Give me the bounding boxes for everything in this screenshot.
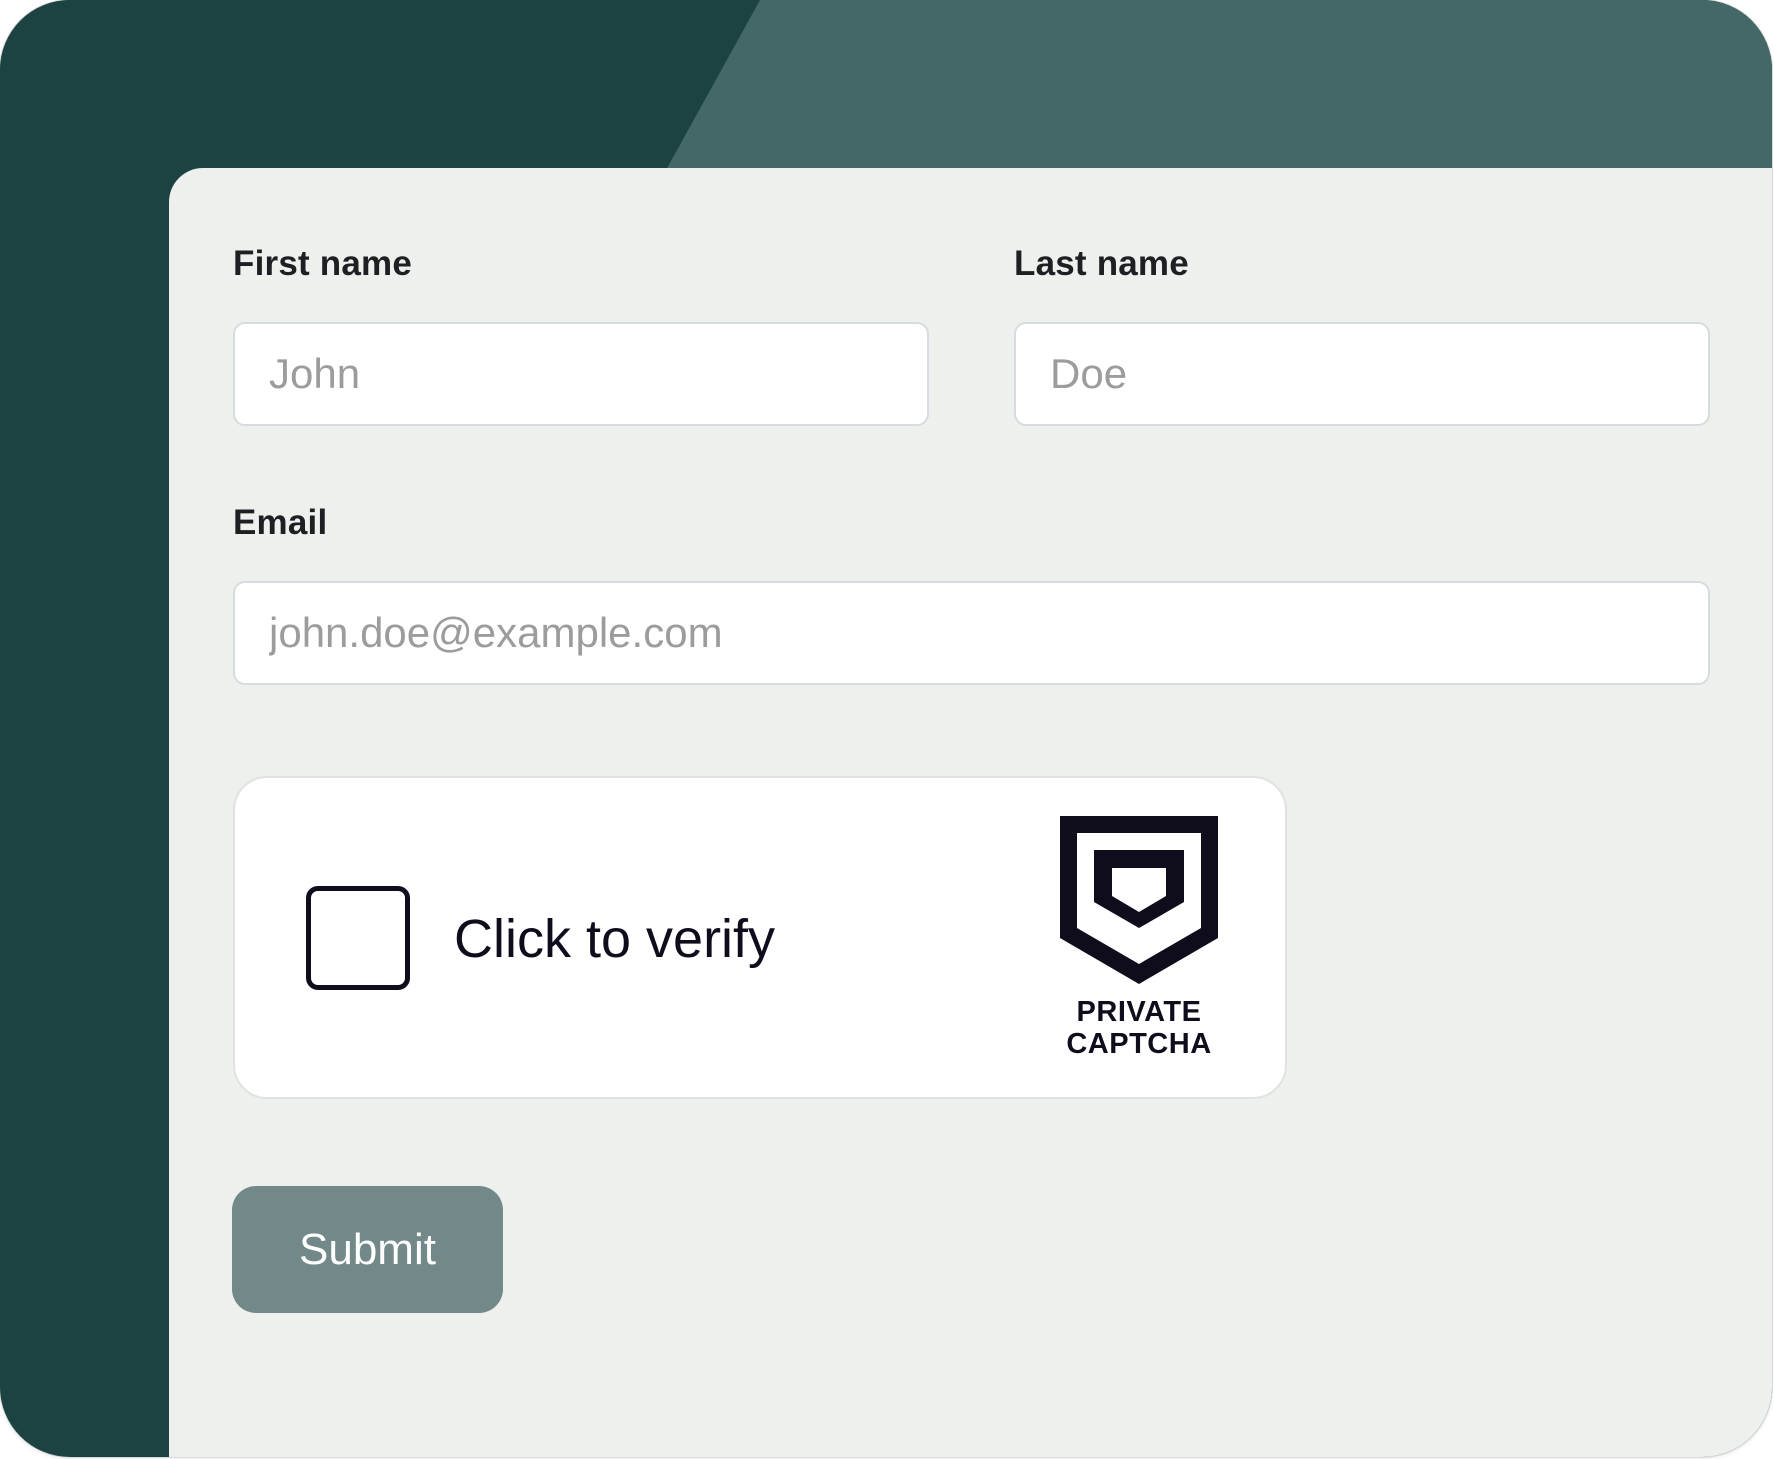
email-label: Email — [233, 503, 328, 542]
first-name-input[interactable] — [233, 322, 929, 426]
captcha-checkbox[interactable] — [306, 886, 410, 990]
captcha-widget: Click to verify PRIVATE CAPTCHA — [233, 776, 1287, 1099]
first-name-label: First name — [233, 244, 412, 283]
header-decoration — [0, 0, 1772, 190]
brand-line-2: CAPTCHA — [1066, 1028, 1212, 1060]
shield-logo-icon — [1060, 816, 1218, 984]
brand-line-1: PRIVATE — [1076, 996, 1202, 1028]
last-name-label: Last name — [1014, 244, 1189, 283]
last-name-input[interactable] — [1014, 322, 1710, 426]
email-input[interactable] — [233, 581, 1710, 685]
captcha-label: Click to verify — [454, 909, 776, 969]
captcha-brand: PRIVATE CAPTCHA — [1025, 996, 1253, 1060]
submit-button[interactable]: Submit — [232, 1186, 503, 1313]
